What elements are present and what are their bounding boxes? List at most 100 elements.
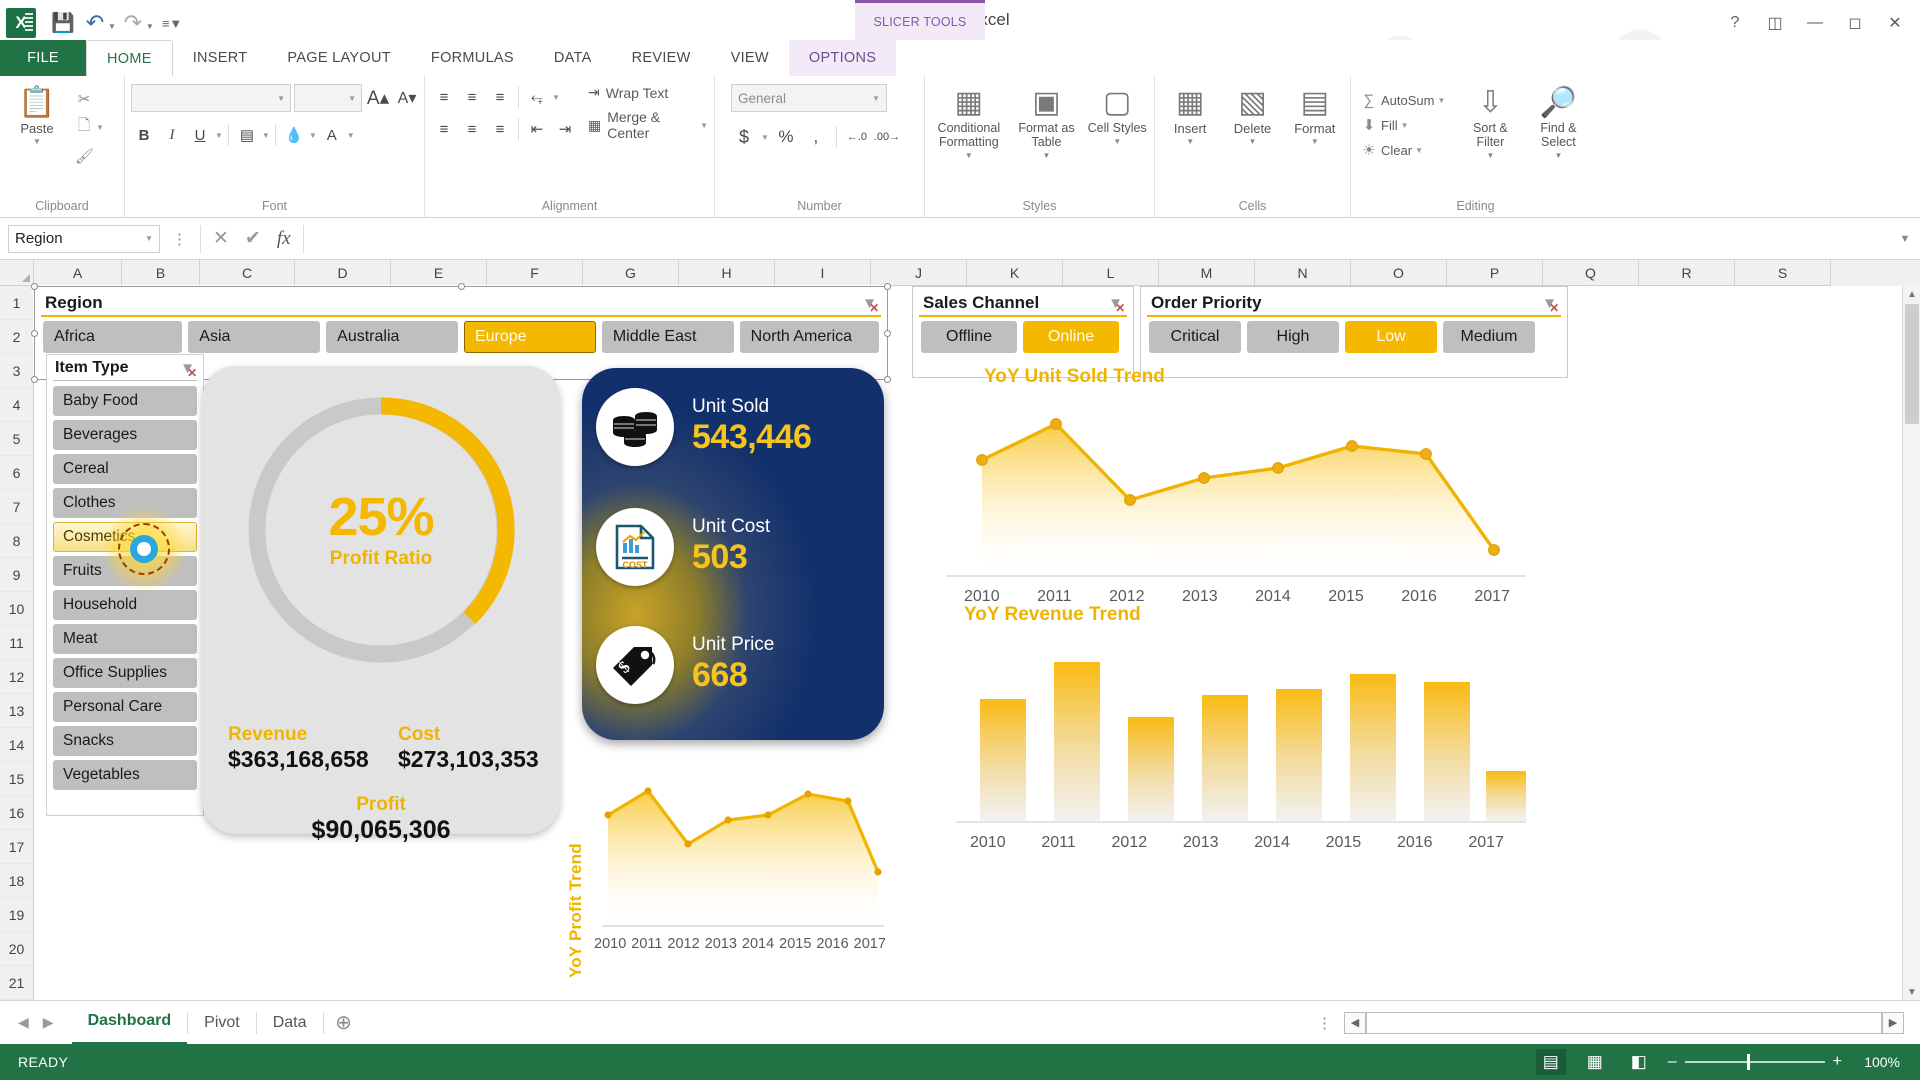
slicer-item-offline[interactable]: Offline	[921, 321, 1017, 353]
conditional-formatting-button[interactable]: ▦ Conditional Formatting ▼	[931, 84, 1007, 160]
clear-filter-icon[interactable]: ▼ ✕	[1542, 295, 1559, 315]
row-header-8[interactable]: 8	[0, 524, 34, 558]
font-color-icon[interactable]: A	[319, 122, 345, 148]
clear-filter-icon[interactable]: ▼ ✕	[862, 295, 879, 315]
sort-filter-button[interactable]: ⇩ Sort & Filter ▼	[1458, 84, 1522, 160]
zoom-slider-knob[interactable]	[1746, 1054, 1750, 1070]
row-header-10[interactable]: 10	[0, 592, 34, 626]
increase-decimal-icon[interactable]: ←.0	[844, 124, 870, 150]
vertical-scrollbar-thumb[interactable]	[1904, 304, 1919, 424]
row-header-21[interactable]: 21	[0, 966, 34, 1000]
zoom-slider[interactable]: – +	[1668, 1053, 1842, 1071]
format-as-table-button[interactable]: ▣ Format as Table ▼	[1011, 84, 1083, 160]
decrease-indent-icon[interactable]: ⇤	[524, 116, 550, 142]
previous-sheet-icon[interactable]: ◀	[18, 1014, 29, 1031]
orientation-dropdown-icon[interactable]: ▼	[552, 93, 560, 102]
add-sheet-icon[interactable]: ⊕	[324, 1010, 364, 1035]
column-header-M[interactable]: M	[1159, 260, 1255, 286]
column-header-S[interactable]: S	[1735, 260, 1831, 286]
tab-page-layout[interactable]: PAGE LAYOUT	[267, 40, 410, 76]
horizontal-scrollbar[interactable]: ◀ ▶	[1344, 1011, 1904, 1035]
currency-format-icon[interactable]: $	[731, 124, 757, 150]
scroll-right-arrow-icon[interactable]: ▶	[1882, 1011, 1904, 1034]
increase-font-size-icon[interactable]: A▴	[365, 85, 391, 111]
decrease-decimal-icon[interactable]: .00→	[874, 124, 900, 150]
slicer-item-asia[interactable]: Asia	[188, 321, 321, 353]
slicer-item-clothes[interactable]: Clothes	[53, 488, 197, 518]
sheet-nav-arrows[interactable]: ◀ ▶	[0, 1014, 72, 1031]
sheet-tab-pivot[interactable]: Pivot	[188, 1001, 256, 1045]
align-center-icon[interactable]: ≡	[459, 116, 485, 142]
cancel-icon[interactable]: ✕	[213, 227, 229, 250]
zoom-level[interactable]: 100%	[1856, 1054, 1900, 1070]
tab-options[interactable]: OPTIONS	[788, 40, 897, 76]
next-sheet-icon[interactable]: ▶	[43, 1014, 54, 1031]
tab-insert[interactable]: INSERT	[173, 40, 268, 76]
merge-dropdown-icon[interactable]: ▼	[700, 121, 708, 130]
ribbon-display-options-icon[interactable]: ◫	[1756, 6, 1794, 40]
normal-view-icon[interactable]: ▤	[1535, 1049, 1566, 1075]
scroll-up-arrow-icon[interactable]: ▲	[1903, 286, 1920, 302]
resize-handle-w[interactable]	[31, 330, 38, 337]
merge-center-button[interactable]: ▦ Merge & Center ▼	[588, 109, 708, 141]
zoom-out-button[interactable]: –	[1668, 1053, 1677, 1071]
scroll-down-arrow-icon[interactable]: ▼	[1903, 984, 1920, 1000]
name-box[interactable]: Region ▼	[8, 224, 160, 253]
expand-formula-bar-icon[interactable]: ▼	[1890, 233, 1920, 245]
insert-function-icon[interactable]: fx	[277, 228, 291, 250]
autosum-dropdown-icon[interactable]: ▼	[1437, 96, 1445, 105]
row-header-4[interactable]: 4	[0, 388, 34, 422]
slicer-item-cereal[interactable]: Cereal	[53, 454, 197, 484]
row-header-12[interactable]: 12	[0, 660, 34, 694]
column-header-P[interactable]: P	[1447, 260, 1543, 286]
minimize-button[interactable]: —	[1796, 6, 1834, 40]
copy-button[interactable]: 🗋 ▼	[72, 113, 107, 142]
clear-filter-icon[interactable]: ▼ ✕	[180, 360, 197, 380]
column-header-F[interactable]: F	[487, 260, 583, 286]
tab-review[interactable]: REVIEW	[612, 40, 711, 76]
underline-button[interactable]: U	[187, 122, 213, 148]
fill-color-icon[interactable]: 💧	[281, 122, 307, 148]
scroll-left-arrow-icon[interactable]: ◀	[1344, 1011, 1366, 1034]
zoom-in-button[interactable]: +	[1833, 1053, 1842, 1071]
vertical-scrollbar[interactable]: ▲ ▼	[1902, 286, 1920, 1000]
horizontal-scrollbar-track[interactable]	[1366, 1011, 1882, 1034]
currency-dropdown-icon[interactable]: ▼	[761, 133, 769, 142]
row-header-14[interactable]: 14	[0, 728, 34, 762]
align-top-icon[interactable]: ≡	[431, 84, 457, 110]
align-left-icon[interactable]: ≡	[431, 116, 457, 142]
resize-handle-se[interactable]	[884, 376, 891, 383]
resize-handle-e[interactable]	[884, 330, 891, 337]
percent-format-icon[interactable]: %	[773, 124, 799, 150]
slicer-item-low[interactable]: Low	[1345, 321, 1437, 353]
column-header-J[interactable]: J	[871, 260, 967, 286]
sort-filter-dropdown-icon[interactable]: ▼	[1486, 151, 1494, 161]
column-header-H[interactable]: H	[679, 260, 775, 286]
sheet-tab-data[interactable]: Data	[257, 1001, 323, 1045]
split-handle[interactable]: ⋮	[1317, 1014, 1344, 1032]
slicer-item-online[interactable]: Online	[1023, 321, 1119, 353]
cell-styles-button[interactable]: ▢ Cell Styles ▼	[1086, 84, 1148, 147]
column-header-O[interactable]: O	[1351, 260, 1447, 286]
row-header-1[interactable]: 1	[0, 286, 34, 320]
cut-button[interactable]: ✂	[72, 88, 107, 110]
orientation-icon[interactable]: ⥆	[524, 84, 550, 110]
row-header-16[interactable]: 16	[0, 796, 34, 830]
comma-format-icon[interactable]: ,	[803, 124, 829, 150]
slicer-item-africa[interactable]: Africa	[43, 321, 183, 353]
row-header-2[interactable]: 2	[0, 320, 34, 354]
align-right-icon[interactable]: ≡	[487, 116, 513, 142]
slicer-item-north-america[interactable]: North America	[739, 321, 879, 353]
increase-indent-icon[interactable]: ⇥	[552, 116, 578, 142]
insert-cells-button[interactable]: ▦ Insert ▼	[1161, 84, 1219, 147]
row-header-20[interactable]: 20	[0, 932, 34, 966]
fill-dropdown-icon[interactable]: ▼	[1401, 121, 1409, 130]
column-header-D[interactable]: D	[295, 260, 391, 286]
row-header-6[interactable]: 6	[0, 456, 34, 490]
column-header-E[interactable]: E	[391, 260, 487, 286]
borders-icon[interactable]: ▤	[234, 122, 260, 148]
slicer-item-snacks[interactable]: Snacks	[53, 726, 197, 756]
row-header-15[interactable]: 15	[0, 762, 34, 796]
find-select-button[interactable]: 🔎 Find & Select ▼	[1526, 84, 1590, 160]
resize-handle-sw[interactable]	[31, 376, 38, 383]
